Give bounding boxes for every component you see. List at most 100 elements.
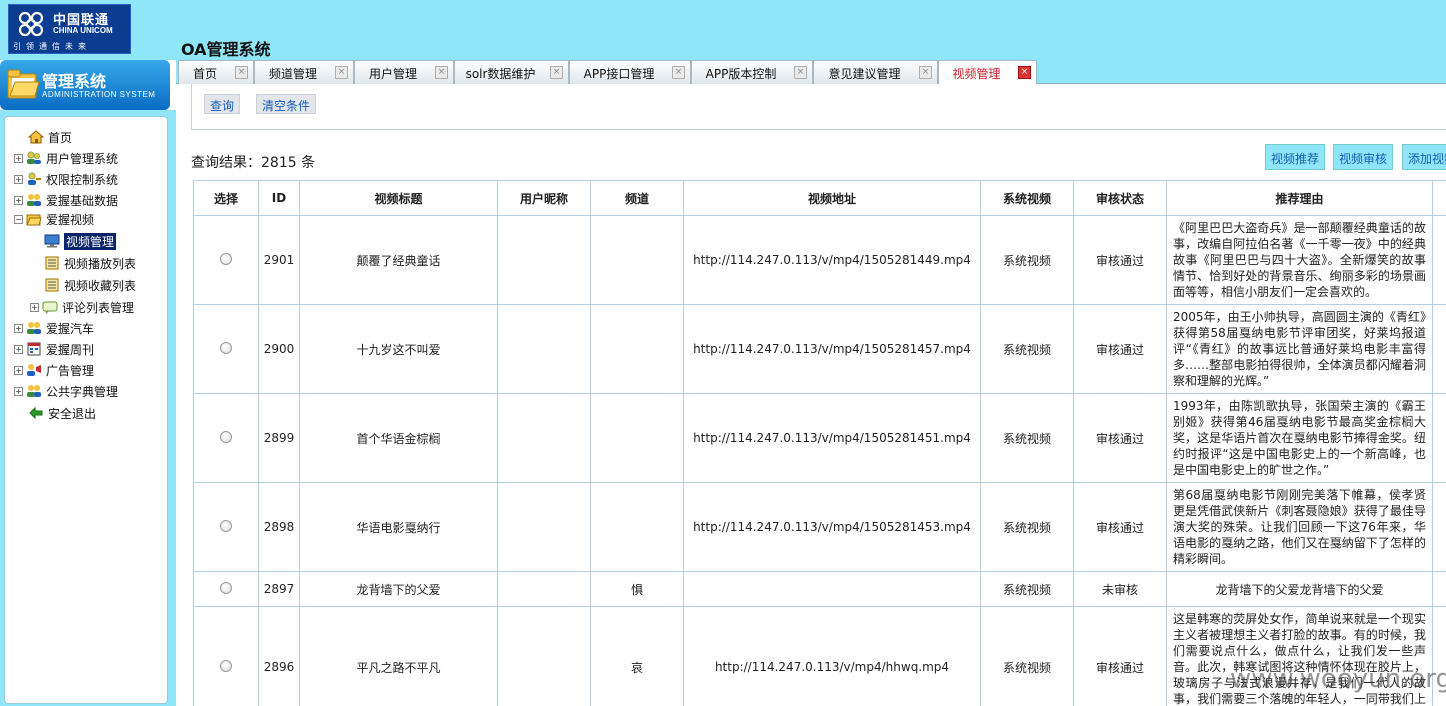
tab-app-version[interactable]: APP版本控制 × <box>691 60 813 84</box>
tab-app-api[interactable]: APP接口管理 × <box>569 60 691 84</box>
tab-label: 视频管理 <box>952 67 1001 81</box>
header-extra <box>1432 180 1446 216</box>
expand-icon[interactable]: + <box>14 195 23 205</box>
sidebar-item-ads[interactable]: + 广告管理 <box>14 361 94 379</box>
channel-cell: 惧 <box>590 571 684 607</box>
folder-open-icon <box>26 214 42 226</box>
nickname-cell <box>497 571 591 607</box>
tab-video-management[interactable]: 视频管理 × <box>938 60 1037 85</box>
row-radio[interactable] <box>220 252 232 265</box>
header-system-video: 系统视频 <box>980 180 1074 216</box>
main-content: 查询 清空条件 查询结果：2815 条 视频推荐 视频审核 添加视频 选择 ID… <box>176 84 1446 706</box>
expand-icon[interactable]: + <box>14 344 23 354</box>
close-icon[interactable]: × <box>435 66 448 79</box>
sidebar-item-base-data[interactable]: + 爱握基础数据 <box>14 191 118 209</box>
query-button[interactable]: 查询 <box>204 94 241 114</box>
sidebar-item-label: 视频播放列表 <box>64 256 137 271</box>
expand-icon[interactable]: + <box>14 323 23 333</box>
review-video-button[interactable]: 视频审核 <box>1333 144 1394 170</box>
nickname-cell <box>497 304 591 394</box>
url-cell: http://114.247.0.113/v/mp4/1505281451.mp… <box>683 393 981 483</box>
collapse-icon[interactable]: − <box>14 214 23 224</box>
system-cell: 系统视频 <box>980 304 1074 394</box>
add-video-button[interactable]: 添加视频 <box>1402 144 1446 170</box>
recommend-video-button[interactable]: 视频推荐 <box>1265 144 1326 170</box>
tab-feedback[interactable]: 意见建议管理 × <box>813 60 938 84</box>
tab-user[interactable]: 用户管理 × <box>354 60 454 84</box>
sidebar-item-logout[interactable]: 安全退出 <box>28 404 96 422</box>
close-icon[interactable]: × <box>919 66 932 79</box>
sidebar-item-weekly[interactable]: + 爱握周刊 <box>14 340 94 358</box>
tab-label: solr数据维护 <box>465 67 536 81</box>
extra-cell <box>1432 215 1446 305</box>
tab-bar: 首页 × 频道管理 × 用户管理 × solr数据维护 × APP接口管理 × … <box>176 60 1446 85</box>
expand-icon[interactable]: + <box>14 365 23 375</box>
tab-home[interactable]: 首页 × <box>178 60 254 84</box>
sidebar-subtitle: ADMINISTRATION SYSTEM <box>42 90 156 99</box>
close-icon[interactable]: × <box>1018 66 1031 79</box>
exit-icon <box>29 406 43 420</box>
row-radio[interactable] <box>220 341 232 354</box>
reason-cell: 1993年，由陈凯歌执导，张国荣主演的《霸王别姬》获得第46届戛纳电影节最高奖金… <box>1166 393 1433 483</box>
app-title: OA管理系统 <box>181 40 271 59</box>
expand-icon[interactable]: + <box>14 153 23 163</box>
row-radio[interactable] <box>220 519 232 532</box>
sidebar-item-dictionary[interactable]: + 公共字典管理 <box>14 382 118 400</box>
sidebar-item-video-management[interactable]: 视频管理 <box>44 232 117 250</box>
monitor-icon <box>44 234 60 248</box>
expand-icon[interactable]: + <box>30 302 39 312</box>
watermark: www.wooyun.org <box>1230 664 1446 694</box>
extra-cell <box>1432 482 1446 572</box>
table-row: 2899 首个华语金棕榈 http://114.247.0.113/v/mp4/… <box>193 393 1446 483</box>
system-cell: 系统视频 <box>980 571 1074 607</box>
channel-cell <box>590 215 684 305</box>
tab-solr[interactable]: solr数据维护 × <box>454 60 569 84</box>
row-radio[interactable] <box>220 430 232 443</box>
status-cell: 审核通过 <box>1073 215 1167 305</box>
sidebar-item-label: 爱握周刊 <box>46 342 95 357</box>
expand-icon[interactable]: + <box>14 174 23 184</box>
video-table: 选择 ID 视频标题 用户昵称 频道 视频地址 系统视频 审核状态 推荐理由 2… <box>193 180 1446 706</box>
select-cell <box>193 215 259 305</box>
sidebar-item-label: 广告管理 <box>46 363 95 378</box>
sidebar-item-favorites[interactable]: 视频收藏列表 <box>44 276 136 294</box>
id-cell: 2899 <box>258 393 300 483</box>
result-count: 查询结果：2815 条 <box>191 155 316 171</box>
expand-icon[interactable]: + <box>14 386 23 396</box>
sidebar-item-label: 爱握汽车 <box>46 321 95 336</box>
sidebar-item-playlist[interactable]: 视频播放列表 <box>44 254 136 272</box>
close-icon[interactable]: × <box>235 66 248 79</box>
close-icon[interactable]: × <box>672 66 685 79</box>
sidebar-item-label: 视频管理 <box>64 232 117 250</box>
close-icon[interactable]: × <box>794 66 807 79</box>
sidebar-item-permission-system[interactable]: + 权限控制系统 <box>14 170 118 188</box>
url-cell <box>683 571 981 607</box>
close-icon[interactable]: × <box>335 66 348 79</box>
close-icon[interactable]: × <box>550 66 563 79</box>
header-reason: 推荐理由 <box>1166 180 1433 216</box>
row-radio[interactable] <box>220 581 232 594</box>
sidebar-item-car[interactable]: + 爱握汽车 <box>14 319 94 337</box>
table-header-row: 选择 ID 视频标题 用户昵称 频道 视频地址 系统视频 审核状态 推荐理由 <box>193 180 1446 216</box>
table-row: 2897 龙背墙下的父爱 惧 系统视频 未审核 龙背墙下的父爱龙背墙下的父爱 <box>193 571 1446 607</box>
title-cell: 华语电影戛纳行 <box>299 482 498 572</box>
tab-label: 意见建议管理 <box>828 67 901 81</box>
sidebar-item-label: 首页 <box>48 130 73 145</box>
sidebar-item-user-system[interactable]: + 用户管理系统 <box>14 149 118 167</box>
sidebar-item-video[interactable]: − 爱握视频 <box>14 210 94 228</box>
sidebar-item-label: 公共字典管理 <box>46 384 119 399</box>
nickname-cell <box>497 606 591 706</box>
title-cell: 首个华语金棕榈 <box>299 393 498 483</box>
header-id: ID <box>258 180 300 216</box>
row-radio[interactable] <box>220 659 232 672</box>
system-cell: 系统视频 <box>980 215 1074 305</box>
sidebar-item-home[interactable]: 首页 <box>28 128 72 146</box>
clear-filter-button[interactable]: 清空条件 <box>256 94 317 114</box>
filter-panel: 查询 清空条件 <box>191 84 1446 130</box>
status-cell: 审核通过 <box>1073 393 1167 483</box>
folder-icon <box>7 69 40 99</box>
select-cell <box>193 304 259 394</box>
tab-channel[interactable]: 频道管理 × <box>254 60 354 84</box>
sidebar-item-comments[interactable]: + 评论列表管理 <box>30 298 134 316</box>
id-cell: 2897 <box>258 571 300 607</box>
